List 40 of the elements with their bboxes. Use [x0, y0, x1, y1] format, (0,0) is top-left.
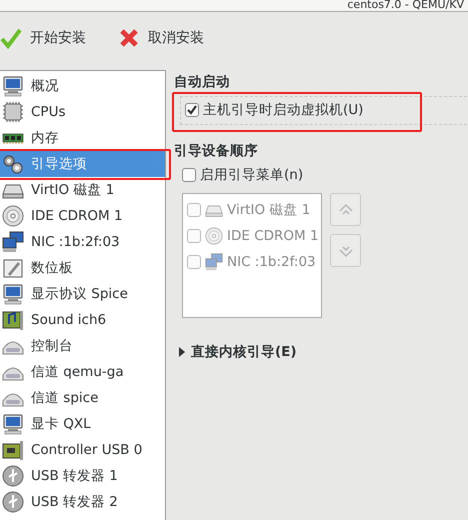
boot-device-item: IDE CDROM 1 — [187, 223, 317, 249]
sidebar-item[interactable]: 数位板 — [0, 255, 165, 281]
network-computers-icon — [205, 253, 223, 271]
direct-kernel-boot-expander[interactable]: 直接内核引导(E) — [178, 342, 297, 362]
sidebar-item[interactable]: 信道 spice — [0, 385, 165, 411]
boot-menu-checkbox-option[interactable]: 启用引导菜单(n) — [182, 164, 468, 185]
cancel-install-button[interactable]: 取消安装 — [118, 23, 212, 53]
section-heading: 引导设备顺序 — [174, 142, 259, 160]
section-heading: 自动启动 — [174, 73, 231, 92]
monitor-icon — [2, 75, 24, 97]
start-install-button[interactable]: 开始安装 — [0, 23, 94, 53]
boot-device-item: VirtIO 磁盘 1 — [187, 197, 317, 223]
sidebar-item[interactable]: USB 转发器 1 — [0, 463, 165, 489]
expander-arrow-icon — [178, 347, 186, 358]
sidebar-item[interactable]: 信道 qemu-ga — [0, 359, 165, 385]
sidebar-item[interactable]: VirtIO 磁盘 1 — [0, 177, 165, 203]
monitor-icon — [2, 283, 24, 305]
sidebar-item[interactable]: 显卡 QXL — [0, 411, 165, 437]
tablet-pen-icon — [2, 257, 24, 279]
checkmark-icon — [0, 27, 22, 49]
sidebar-item[interactable]: Sound ich6 — [0, 307, 165, 333]
chip-icon — [2, 101, 24, 123]
sidebar-item[interactable]: 概况 — [0, 73, 165, 99]
sidebar-item[interactable]: Controller USB 0 — [0, 437, 165, 463]
sidebar-item[interactable]: NIC :1b:2f:03 — [0, 229, 165, 255]
sidebar-item[interactable]: CPUs — [0, 99, 165, 125]
disc-icon — [205, 227, 223, 245]
window-title: centos7.0 - QEMU/KV — [347, 0, 464, 11]
sidebar-item[interactable]: 显示协议 Spice — [0, 281, 165, 307]
boot-device-item: NIC :1b:2f:03 — [187, 249, 317, 275]
checkbox[interactable] — [182, 168, 196, 182]
monitor-icon — [2, 413, 24, 435]
cross-icon — [118, 27, 140, 49]
sidebar-item[interactable]: USB 转发器 2 — [0, 489, 165, 515]
sidebar-item[interactable]: 控制台 — [0, 333, 165, 359]
gears-icon — [2, 153, 24, 175]
sidebar-item[interactable]: IDE CDROM 1 — [0, 203, 165, 229]
sidebar-item[interactable]: 内存 — [0, 125, 165, 151]
network-computers-icon — [2, 231, 24, 253]
checkbox[interactable] — [185, 103, 199, 118]
